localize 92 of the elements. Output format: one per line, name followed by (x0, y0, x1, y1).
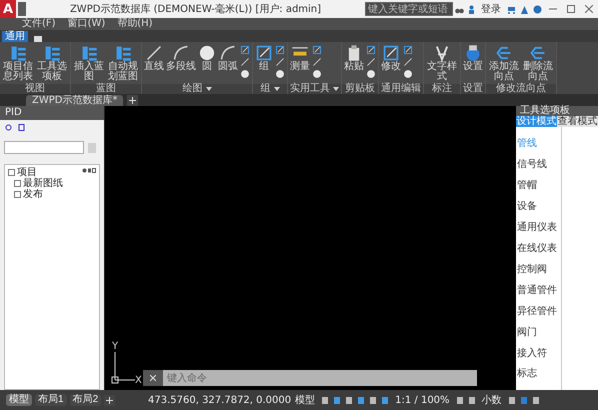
palette-category[interactable]: 管线 (516, 136, 561, 150)
palette-category[interactable]: 异径管件 (516, 304, 561, 318)
annotation-scale[interactable]: 1:1 / 100% (395, 394, 450, 406)
tool-icon (366, 45, 376, 55)
coordinates: 473.5760, 327.7872, 0.0000 (148, 394, 292, 406)
mode-tab[interactable]: 查看模式 (557, 116, 598, 127)
login-link[interactable]: 登录 (481, 2, 501, 16)
maximize-icon[interactable] (567, 5, 575, 13)
palette-category[interactable]: 接入符 (516, 346, 561, 360)
palette-category[interactable]: 普通管件 (516, 282, 561, 297)
tool-icon (403, 45, 413, 55)
tool-icon (312, 45, 322, 55)
ribbon-panel-title: 通用编辑 (379, 84, 423, 94)
palette-category[interactable]: 管帽 (516, 178, 561, 192)
ribbon-panel-title[interactable]: 实用工具 (288, 84, 341, 94)
drawing-canvas[interactable]: Y X 键入命令 (105, 106, 516, 390)
filter-field[interactable] (4, 141, 84, 154)
tree-node-icon (14, 180, 21, 187)
ribbon-tool-button[interactable]: 直线 (144, 44, 164, 72)
list-icon (43, 44, 61, 62)
caret-icon[interactable] (274, 87, 280, 91)
tree-item[interactable]: 项目 (17, 167, 37, 178)
close-icon[interactable] (585, 5, 593, 13)
menu-item[interactable]: 窗口(W) (68, 18, 106, 30)
layout-tab[interactable]: 模型 (6, 394, 32, 406)
polyline-icon (172, 44, 190, 62)
document-icon[interactable] (18, 124, 25, 131)
mode-tab[interactable]: 设计模式 (516, 116, 557, 127)
ribbon-tool-button[interactable]: 测量 (290, 44, 310, 72)
window-title: ZWPD示范数据库 (DEMONEW-毫米(L)) [用户: admin] (68, 2, 322, 16)
ribbon-panel-title: 剪贴板 (342, 84, 378, 94)
cart-icon[interactable] (507, 4, 516, 14)
palette-category[interactable]: 设备 (516, 199, 561, 214)
ribbon-tool-button[interactable]: 工具选项板 (36, 44, 68, 82)
arrow-icon (495, 44, 513, 62)
ribbon-tool-button[interactable]: 修改 (381, 44, 401, 72)
tree-node-icon (14, 191, 21, 198)
ribbon-tool-button[interactable]: 组 (255, 44, 273, 72)
ribbon-panel-title[interactable]: 组 (253, 84, 287, 94)
panel-title: 工具选项板 (516, 106, 598, 116)
caret-icon[interactable] (333, 87, 339, 91)
tool-icon (240, 45, 250, 55)
caret-icon[interactable] (206, 87, 212, 91)
document-tab[interactable]: ZWPD示范数据库* (26, 95, 124, 106)
line-icon (145, 44, 163, 62)
list-icon (9, 44, 27, 62)
palette-category[interactable]: 通用仪表 (516, 220, 561, 234)
ribbon-tool-button[interactable]: 圆弧 (218, 44, 238, 72)
menu-item[interactable]: 文件(F) (22, 18, 56, 30)
palette-category[interactable]: 阀门 (516, 324, 561, 339)
tool-icon (275, 45, 285, 55)
ribbon-panel-title: 设置 (461, 84, 485, 94)
arc-icon (219, 44, 237, 62)
ribbon-panel-title: 修改流向点 (486, 84, 556, 94)
tree-node-icon (8, 169, 15, 176)
layout-tab[interactable]: 布局2 (70, 394, 102, 406)
circle-icon (198, 44, 216, 62)
app-logo[interactable]: A (0, 0, 16, 18)
ribbon-tool-button[interactable]: 设置 (463, 44, 483, 72)
ribbon-tool-button[interactable]: 添加流向点 (488, 44, 520, 82)
tree-item[interactable]: 发布 (23, 189, 43, 200)
refresh-icon[interactable] (5, 124, 12, 131)
group-icon (255, 44, 273, 62)
tree-tools-icon[interactable] (82, 168, 96, 173)
ribbon-panel-title: 视图 (0, 84, 70, 94)
arrow-icon (529, 44, 547, 62)
layout-tab[interactable]: 布局1 (35, 394, 67, 406)
ribbon-tool-button[interactable]: 圆 (198, 44, 216, 72)
palette-category[interactable]: 标志 (516, 366, 561, 380)
ribbon-tool-button[interactable]: 项目信息列表 (2, 44, 34, 82)
palette-category[interactable]: 控制阀 (516, 262, 561, 276)
ribbon-tool-button[interactable]: 自动规划蓝图 (107, 44, 139, 82)
ribbon-tool-button[interactable]: 插入蓝图 (73, 44, 105, 82)
units-dropdown[interactable]: 小数 (482, 393, 502, 407)
edit-icon (382, 44, 400, 62)
ribbon-tool-button[interactable]: 粘贴 (344, 44, 364, 72)
tree-item[interactable]: 最新图纸 (23, 178, 63, 189)
user-icon[interactable] (468, 4, 475, 14)
space-toggle[interactable]: 模型 (295, 393, 316, 407)
panel-title: PID (0, 106, 104, 120)
menu-item[interactable]: 帮助(H) (117, 18, 153, 30)
palette-category[interactable]: 信号线 (516, 157, 561, 172)
ribbon-tab[interactable]: 通用 (2, 31, 28, 42)
ribbon-panel-title: 标注 (424, 84, 460, 94)
ribbon-panel-title[interactable]: 绘图 (142, 84, 252, 94)
ribbon-panel-title: 蓝图 (71, 84, 141, 94)
search-field[interactable]: 键入关键字或短语 (365, 2, 453, 16)
palette-category[interactable]: 在线仪表 (516, 240, 561, 255)
ribbon-tool-button[interactable]: 文字样式 (426, 44, 458, 82)
command-input[interactable]: 键入命令 (163, 370, 477, 386)
ribbon-tool-button[interactable]: 删除流向点 (522, 44, 554, 82)
ribbon-tool-button[interactable]: 多段线 (166, 44, 196, 72)
